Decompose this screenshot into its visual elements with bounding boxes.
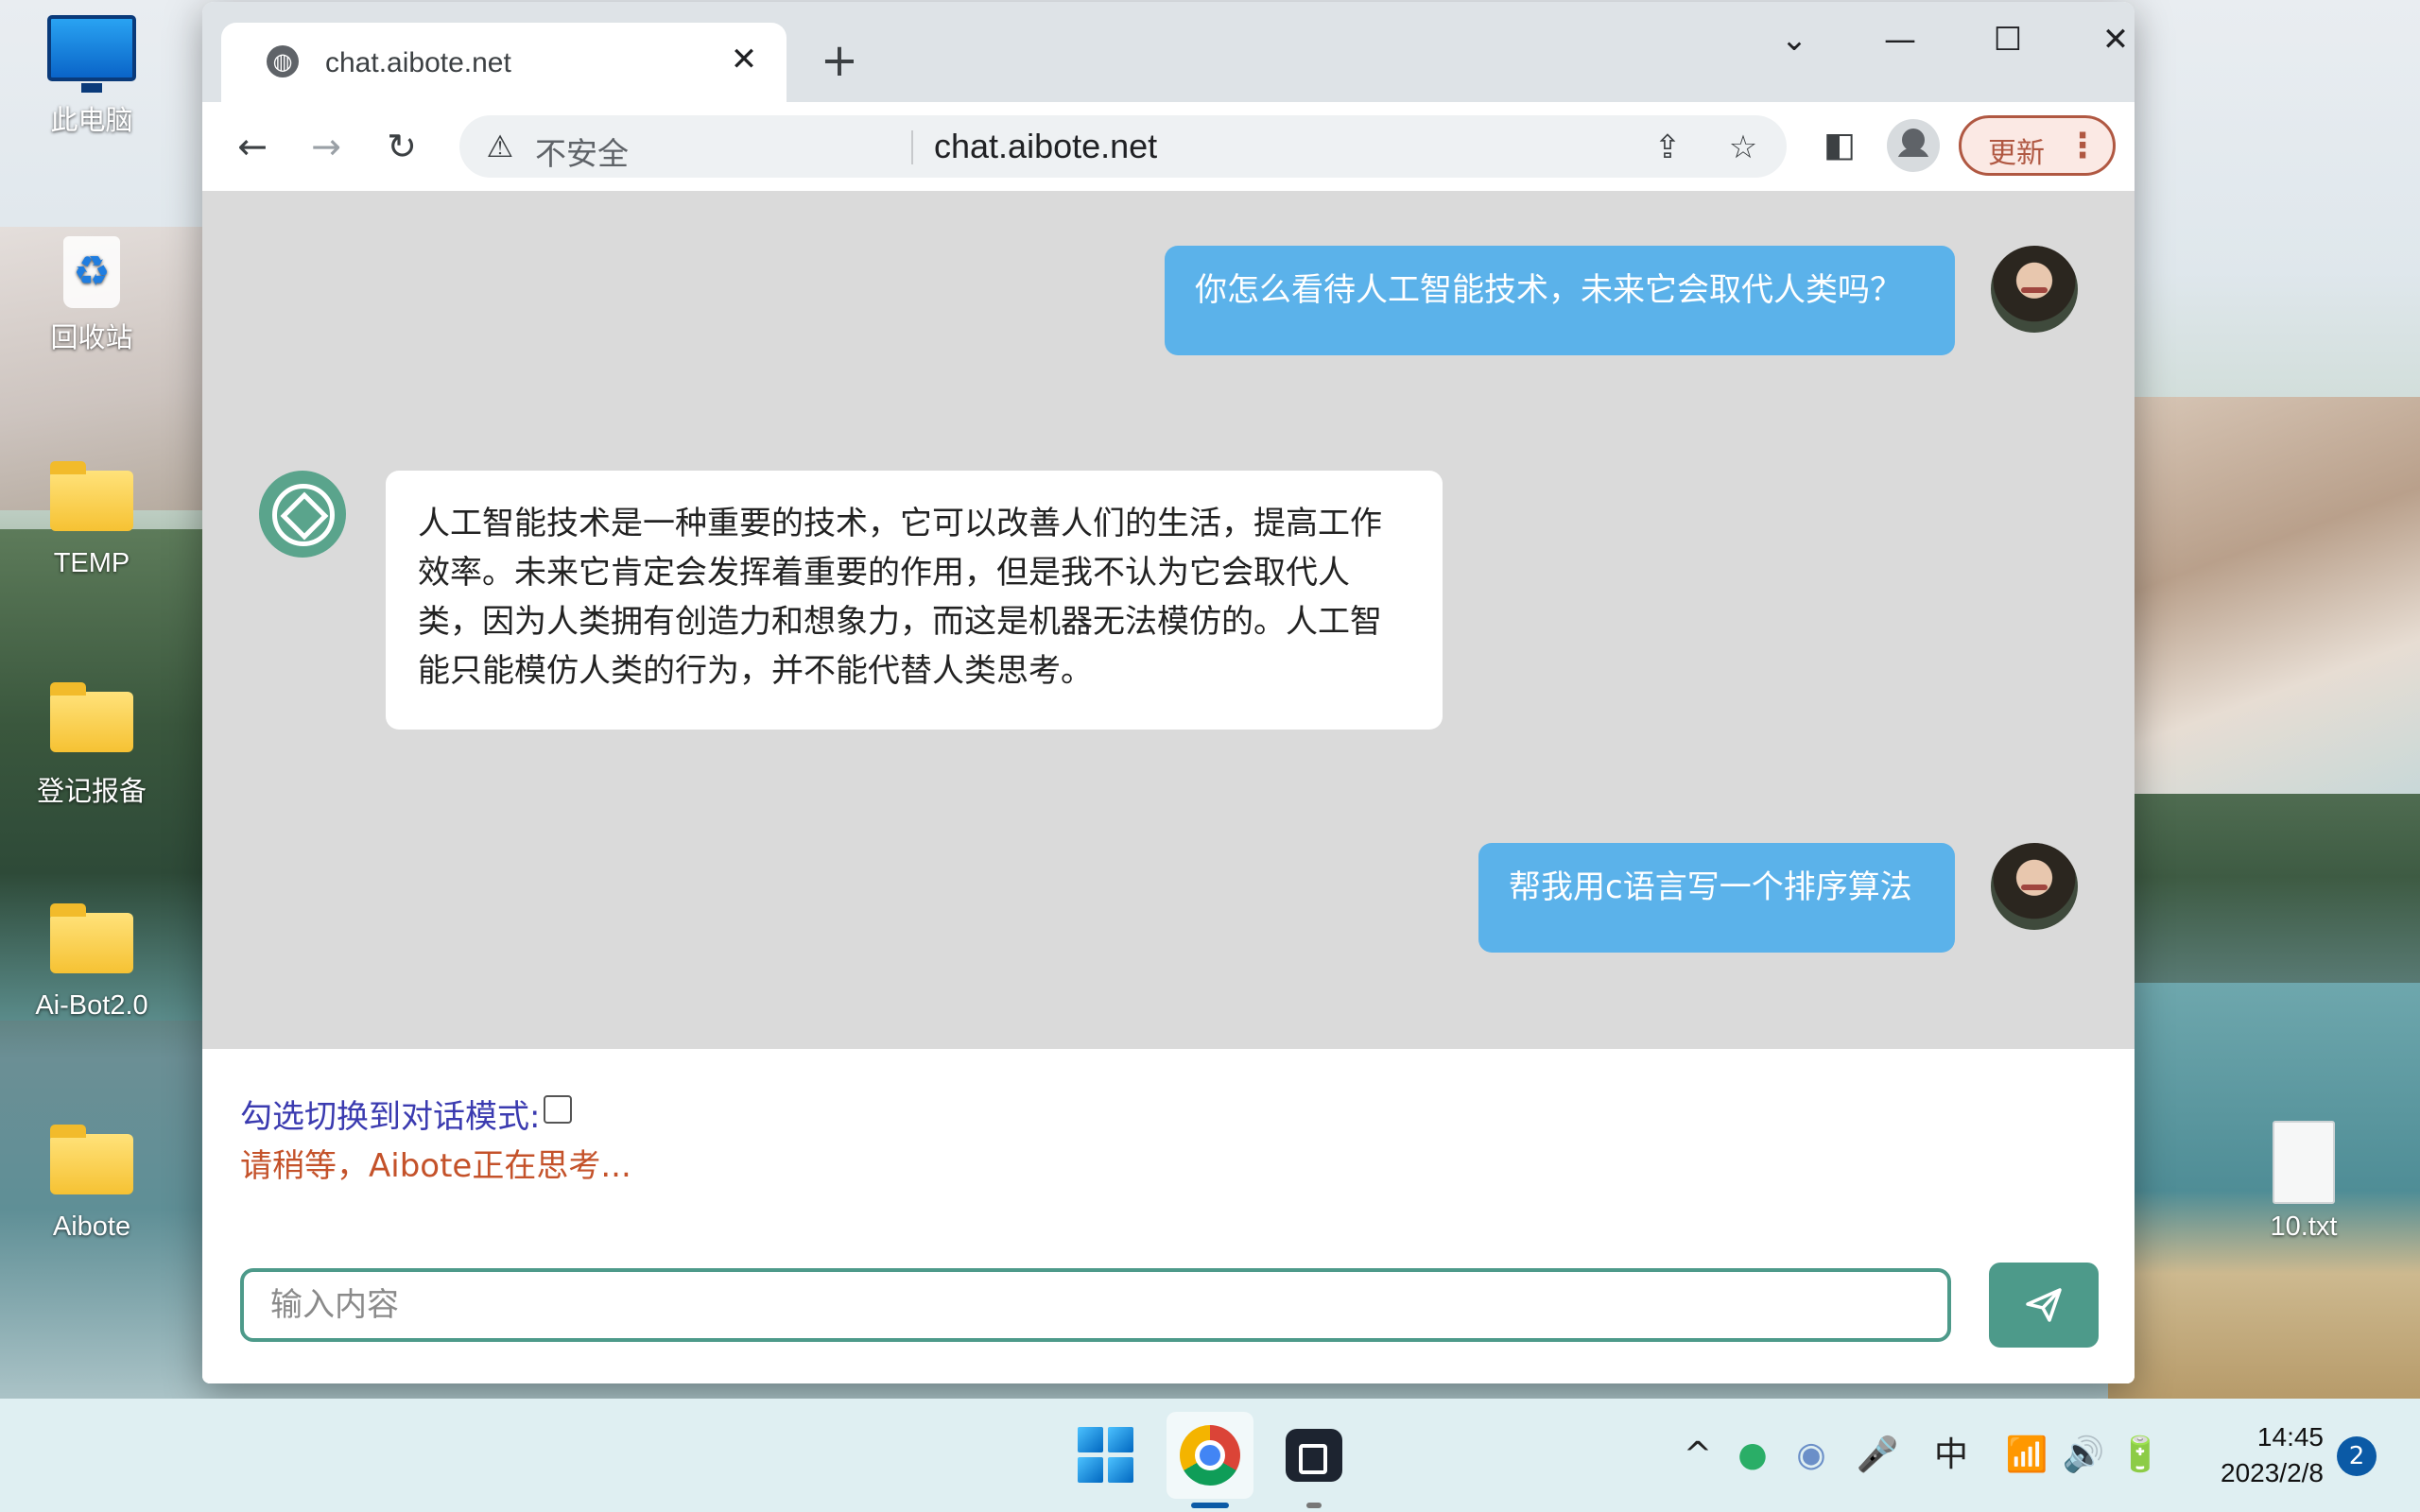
desktop-icon-label: 登记报备 [21,769,163,809]
url-text[interactable]: chat.aibote.net [934,127,1157,166]
browser-tray-icon[interactable]: ◉ [1789,1433,1834,1478]
user-avatar [1991,843,2078,930]
globe-icon: ◍ [267,45,299,77]
clock-date: 2023/2/8 [2191,1455,2324,1491]
volume-icon[interactable]: 🔊 [2061,1433,2106,1478]
security-label[interactable]: 不安全 [535,129,629,174]
recycle-bin-icon: ♻ [63,236,120,308]
folder-icon [50,1134,133,1194]
address-divider [911,130,913,164]
taskbar-screen-recorder[interactable] [1270,1412,1357,1499]
desktop-icon-registration[interactable]: 登记报备 [21,692,163,809]
send-button[interactable] [1989,1263,2099,1348]
wechat-icon[interactable]: ● [1730,1433,1775,1478]
desktop-icon-aibote[interactable]: Aibote [21,1134,163,1243]
browser-toolbar: ← → ↻ ⚠ 不安全 chat.aibote.net ⇪ ☆ ◧ 更新 ⋮ [202,102,2135,192]
bookmark-star-icon[interactable]: ☆ [1722,127,1764,168]
desktop-icon-this-pc[interactable]: 此电脑 [21,15,163,138]
share-icon[interactable]: ⇪ [1647,127,1688,168]
ime-indicator[interactable]: 中 [1928,1433,1974,1478]
windows-logo-icon [1108,1427,1133,1452]
address-bar[interactable]: ⚠ 不安全 chat.aibote.net ⇪ ☆ [459,115,1787,178]
desktop-icon-ai-bot[interactable]: Ai-Bot2.0 [21,913,163,1022]
forward-button[interactable]: → [297,117,355,176]
microphone-icon[interactable]: 🎤 [1855,1433,1900,1478]
taskbar-chrome[interactable] [1167,1412,1253,1499]
chatgpt-logo-icon [259,471,346,558]
user-message: 帮我用c语言写一个排序算法 [1478,843,1955,953]
warning-icon[interactable]: ⚠ [482,129,518,164]
folder-icon [50,692,133,752]
text-file-icon [2273,1121,2335,1204]
windows-logo-icon [1078,1457,1103,1483]
desktop-icon-label: 回收站 [21,316,163,355]
browser-window: ◍ chat.aibote.net ✕ + ⌄ — ☐ ✕ ← → ↻ ⚠ 不安… [202,2,2135,1383]
start-button[interactable] [1063,1412,1150,1499]
new-tab-button[interactable]: + [813,34,866,87]
desktop-icon-label: Aibote [21,1211,163,1243]
taskbar: ^ ● ◉ 🎤 中 📶 🔊 🔋 14:45 2023/2/8 2 [0,1399,2420,1512]
desktop-icon-label: 10.txt [2233,1211,2375,1243]
running-indicator [1306,1503,1322,1508]
update-button[interactable]: 更新 ⋮ [1959,115,2116,176]
user-message: 你怎么看待人工智能技术，未来它会取代人类吗？ [1165,246,1955,355]
tab-search-chevron-icon[interactable]: ⌄ [1756,9,1832,70]
dialog-mode-checkbox[interactable] [544,1095,572,1124]
video-camera-icon [1286,1429,1342,1482]
desktop-icon-label: Ai-Bot2.0 [21,990,163,1022]
wifi-icon[interactable]: 📶 [2004,1433,2049,1478]
active-indicator [1191,1503,1229,1508]
tab-strip: ◍ chat.aibote.net ✕ + ⌄ — ☐ ✕ [202,2,2135,102]
close-window-button[interactable]: ✕ [2078,9,2135,70]
thinking-status: 请稍等，Aibote正在思考... [240,1140,631,1186]
clock-time: 14:45 [2191,1419,2324,1455]
folder-icon [50,913,133,973]
folder-icon [50,471,133,531]
dialog-mode-toggle[interactable]: 勾选切换到对话模式: [240,1091,572,1137]
side-panel-icon[interactable]: ◧ [1813,119,1866,172]
close-tab-icon[interactable]: ✕ [722,38,766,81]
reload-button[interactable]: ↻ [372,117,431,176]
chat-history[interactable]: 你怎么看待人工智能技术，未来它会取代人类吗？ 人工智能技术是一种重要的技术，它可… [202,191,2135,1049]
computer-icon [47,15,136,81]
profile-avatar-icon[interactable] [1887,119,1940,172]
desktop-icon-10-txt[interactable]: 10.txt [2233,1121,2375,1243]
update-label: 更新 [1988,129,2045,171]
desktop-icon-temp[interactable]: TEMP [21,471,163,579]
windows-logo-icon [1108,1457,1133,1483]
dialog-mode-label: 勾选切换到对话模式: [240,1098,540,1136]
chrome-icon [1180,1425,1240,1486]
message-input[interactable] [240,1268,1951,1342]
desktop-icon-label: 此电脑 [21,98,163,138]
back-button[interactable]: ← [223,117,282,176]
bot-message: 人工智能技术是一种重要的技术，它可以改善人们的生活，提高工作效率。未来它肯定会发… [386,471,1443,730]
show-hidden-icons-chevron-icon[interactable]: ^ [1675,1433,1720,1478]
battery-icon[interactable]: 🔋 [2118,1433,2163,1478]
desktop-wallpaper-mountain [2108,397,2420,794]
kebab-menu-icon[interactable]: ⋮ [2066,124,2100,169]
system-clock[interactable]: 14:45 2023/2/8 [2191,1419,2324,1491]
chat-controls: 勾选切换到对话模式: 请稍等，Aibote正在思考... [202,1049,2135,1383]
send-icon [2025,1287,2063,1323]
desktop-icon-label: TEMP [21,548,163,579]
windows-logo-icon [1078,1427,1103,1452]
tab-chat-aibote[interactable]: ◍ chat.aibote.net ✕ [221,23,786,102]
maximize-button[interactable]: ☐ [1970,9,2046,70]
minimize-button[interactable]: — [1862,9,1938,70]
user-avatar [1991,246,2078,333]
tab-title: chat.aibote.net [325,47,511,79]
desktop-icon-recycle-bin[interactable]: ♻ 回收站 [21,236,163,355]
notification-badge[interactable]: 2 [2337,1436,2377,1476]
